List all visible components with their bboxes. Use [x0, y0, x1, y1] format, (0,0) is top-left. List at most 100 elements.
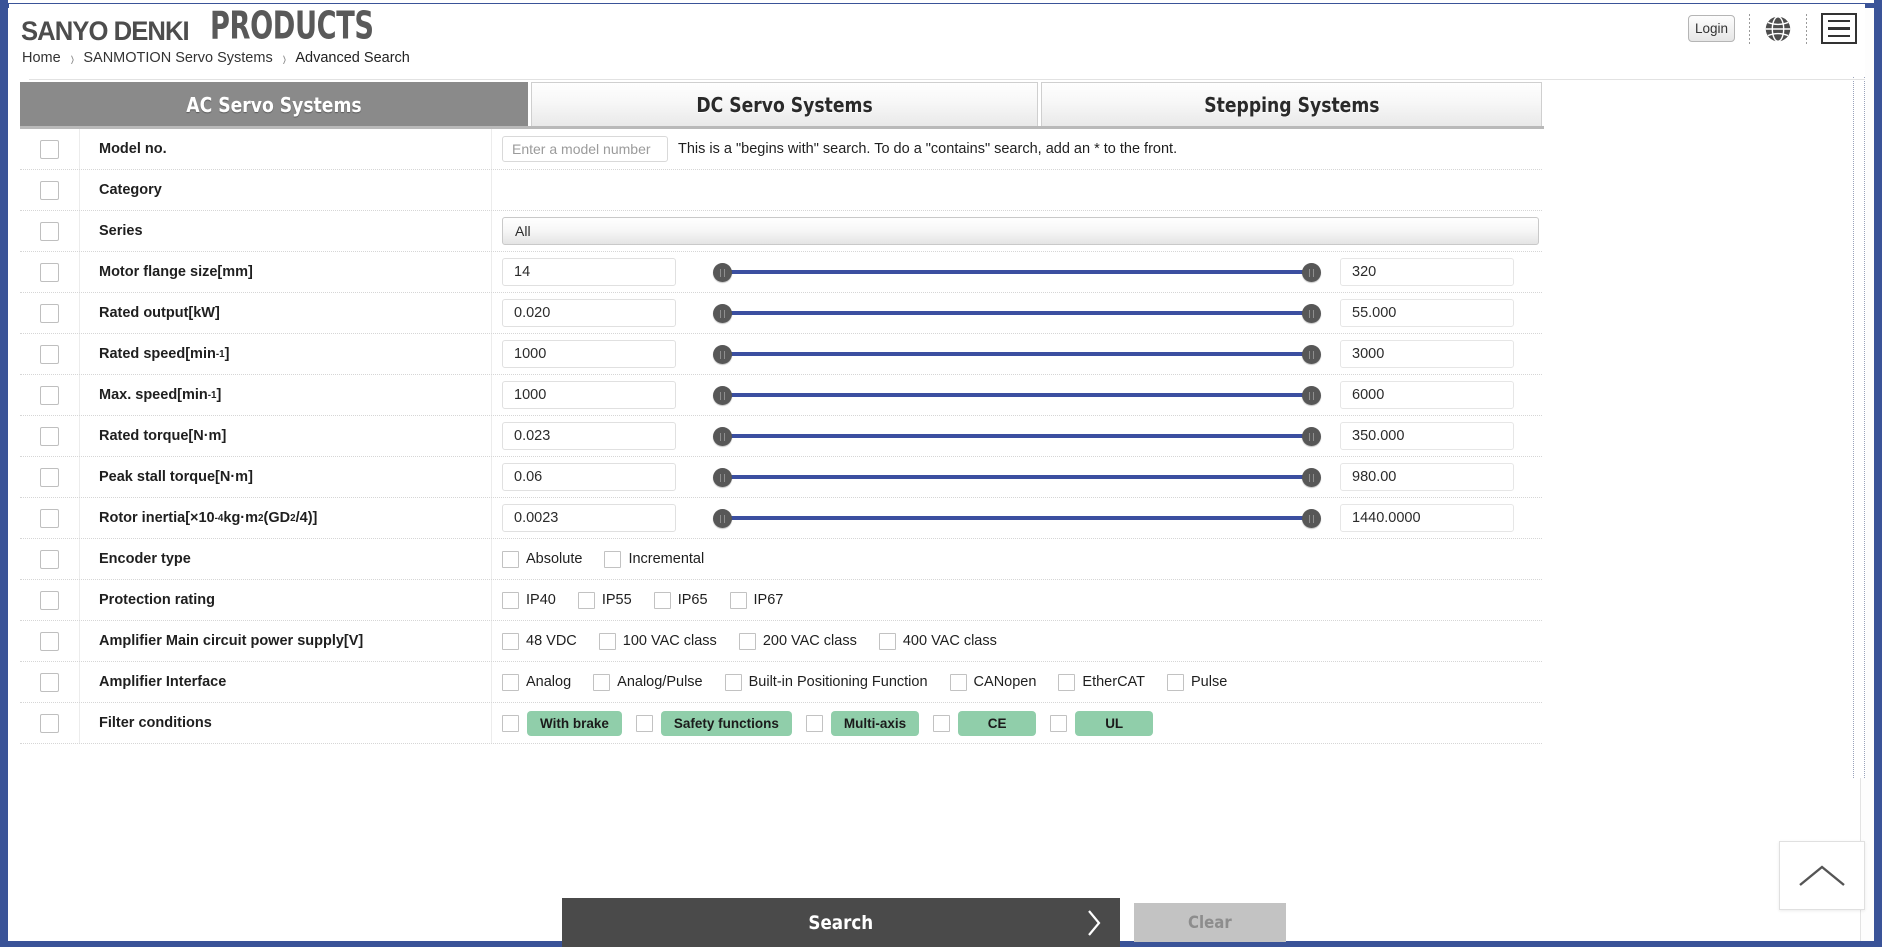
- row-enable-checkbox-amplifier-interface[interactable]: [40, 672, 59, 692]
- amplifier-interface-option-analog[interactable]: Analog: [502, 673, 571, 691]
- badge-multi-axis[interactable]: Multi-axis: [830, 710, 920, 736]
- checkbox[interactable]: [1167, 673, 1185, 691]
- rated-speed-min-input[interactable]: 1000: [502, 340, 676, 368]
- checkbox[interactable]: [502, 591, 519, 609]
- row-enable-checkbox-filter-conditions[interactable]: [40, 713, 59, 733]
- motor-flange-size-max-input[interactable]: 320: [1340, 258, 1514, 286]
- row-enable-checkbox-encoder-type[interactable]: [40, 549, 59, 569]
- badge-with-brake[interactable]: With brake: [527, 710, 622, 736]
- row-enable-checkbox-max-speed[interactable]: [40, 385, 59, 405]
- login-button[interactable]: Login: [1688, 15, 1735, 42]
- tab-stepping-systems[interactable]: Stepping Systems: [1041, 82, 1542, 127]
- slider-handle-max[interactable]: [1302, 468, 1321, 487]
- rated-torque-min-input[interactable]: 0.023: [502, 422, 676, 450]
- protection-rating-option-ip55[interactable]: IP55: [577, 591, 632, 609]
- amplifier-power-supply-option-400-vac-class[interactable]: 400 VAC class: [878, 632, 997, 650]
- encoder-type-option-incremental[interactable]: Incremental: [604, 550, 704, 568]
- filter-condition-multi-axis[interactable]: Multi-axis: [805, 710, 920, 736]
- checkbox[interactable]: [729, 591, 747, 609]
- checkbox[interactable]: [878, 632, 896, 650]
- protection-rating-option-ip65[interactable]: IP65: [653, 591, 708, 609]
- rated-speed-max-input[interactable]: 3000: [1340, 340, 1514, 368]
- checkbox[interactable]: [1058, 673, 1076, 691]
- model-number-input[interactable]: [502, 136, 668, 162]
- protection-rating-option-ip40[interactable]: IP40: [502, 591, 556, 609]
- slider-handle-min[interactable]: [713, 345, 732, 364]
- row-enable-checkbox-protection-rating[interactable]: [40, 590, 59, 610]
- amplifier-interface-option-ethercat[interactable]: EtherCAT: [1058, 673, 1145, 691]
- slider-handle-min[interactable]: [713, 468, 732, 487]
- motor-flange-size-range-slider[interactable]: [713, 258, 1321, 286]
- slider-handle-max[interactable]: [1302, 386, 1321, 405]
- amplifier-interface-option-pulse[interactable]: Pulse: [1167, 673, 1227, 691]
- peak-stall-torque-range-slider[interactable]: [713, 463, 1321, 491]
- checkbox[interactable]: [593, 673, 611, 691]
- checkbox[interactable]: [502, 673, 519, 691]
- slider-handle-min[interactable]: [713, 304, 732, 323]
- amplifier-power-supply-option-48-vdc[interactable]: 48 VDC: [502, 632, 577, 650]
- row-enable-checkbox-series[interactable]: [40, 221, 59, 241]
- amplifier-interface-option-built-in-positioning-function[interactable]: Built-in Positioning Function: [724, 673, 928, 691]
- rotor-inertia-range-slider[interactable]: [713, 504, 1321, 532]
- filter-condition-ce[interactable]: CE: [933, 710, 1037, 736]
- checkbox[interactable]: [933, 714, 951, 732]
- rotor-inertia-max-input[interactable]: 1440.0000: [1340, 504, 1514, 532]
- row-enable-checkbox-peak-stall-torque[interactable]: [40, 467, 59, 487]
- rated-torque-max-input[interactable]: 350.000: [1340, 422, 1514, 450]
- slider-handle-min[interactable]: [713, 509, 732, 528]
- clear-button[interactable]: Clear: [1134, 903, 1286, 942]
- row-enable-checkbox-rated-speed[interactable]: [40, 344, 59, 364]
- motor-flange-size-min-input[interactable]: 14: [502, 258, 676, 286]
- checkbox[interactable]: [604, 550, 622, 568]
- checkbox[interactable]: [805, 714, 823, 732]
- max-speed-max-input[interactable]: 6000: [1340, 381, 1514, 409]
- filter-condition-ul[interactable]: UL: [1050, 710, 1154, 736]
- slider-handle-max[interactable]: [1302, 263, 1321, 282]
- max-speed-range-slider[interactable]: [713, 381, 1321, 409]
- checkbox[interactable]: [635, 714, 653, 732]
- amplifier-power-supply-option-100-vac-class[interactable]: 100 VAC class: [598, 632, 717, 650]
- tab-dc-servo-systems[interactable]: DC Servo Systems: [531, 82, 1038, 127]
- slider-handle-min[interactable]: [713, 427, 732, 446]
- checkbox[interactable]: [577, 591, 595, 609]
- series-select-all-button[interactable]: All: [502, 217, 1539, 245]
- rated-speed-range-slider[interactable]: [713, 340, 1321, 368]
- breadcrumb-item-home[interactable]: Home: [22, 50, 61, 66]
- slider-handle-max[interactable]: [1302, 427, 1321, 446]
- search-button[interactable]: Search: [562, 898, 1120, 947]
- checkbox[interactable]: [502, 550, 519, 568]
- page-scrollbar[interactable]: [1853, 8, 1874, 941]
- amplifier-power-supply-option-200-vac-class[interactable]: 200 VAC class: [738, 632, 857, 650]
- protection-rating-option-ip67[interactable]: IP67: [729, 591, 783, 609]
- max-speed-min-input[interactable]: 1000: [502, 381, 676, 409]
- amplifier-interface-option-analog-pulse[interactable]: Analog/Pulse: [593, 673, 703, 691]
- slider-handle-max[interactable]: [1302, 345, 1321, 364]
- slider-handle-min[interactable]: [713, 263, 732, 282]
- peak-stall-torque-max-input[interactable]: 980.00: [1340, 463, 1514, 491]
- rotor-inertia-min-input[interactable]: 0.0023: [502, 504, 676, 532]
- checkbox[interactable]: [738, 632, 756, 650]
- badge-safety-functions[interactable]: Safety functions: [660, 710, 792, 736]
- rated-output-min-input[interactable]: 0.020: [502, 299, 676, 327]
- hamburger-menu-icon[interactable]: [1821, 13, 1857, 44]
- rated-output-max-input[interactable]: 55.000: [1340, 299, 1514, 327]
- site-logo[interactable]: SANYO DENKI PRODUCTS: [21, 7, 414, 45]
- encoder-type-option-absolute[interactable]: Absolute: [502, 550, 582, 568]
- language-selector[interactable]: [1764, 15, 1792, 43]
- back-to-top-button[interactable]: [1779, 841, 1865, 910]
- checkbox[interactable]: [724, 673, 742, 691]
- checkbox[interactable]: [598, 632, 616, 650]
- badge-ul[interactable]: UL: [1075, 710, 1154, 736]
- page-scrollbar-thumb[interactable]: [1853, 18, 1865, 778]
- checkbox[interactable]: [949, 673, 967, 691]
- rated-torque-range-slider[interactable]: [713, 422, 1321, 450]
- slider-handle-max[interactable]: [1302, 304, 1321, 323]
- row-enable-checkbox-rated-torque[interactable]: [40, 426, 59, 446]
- checkbox[interactable]: [502, 714, 519, 732]
- breadcrumb-item-sanmotion-servo-systems[interactable]: SANMOTION Servo Systems: [83, 50, 272, 66]
- slider-handle-max[interactable]: [1302, 509, 1321, 528]
- checkbox[interactable]: [653, 591, 671, 609]
- row-enable-checkbox-category[interactable]: [40, 180, 59, 200]
- tab-ac-servo-systems[interactable]: AC Servo Systems: [20, 82, 528, 127]
- amplifier-interface-option-canopen[interactable]: CANopen: [949, 673, 1036, 691]
